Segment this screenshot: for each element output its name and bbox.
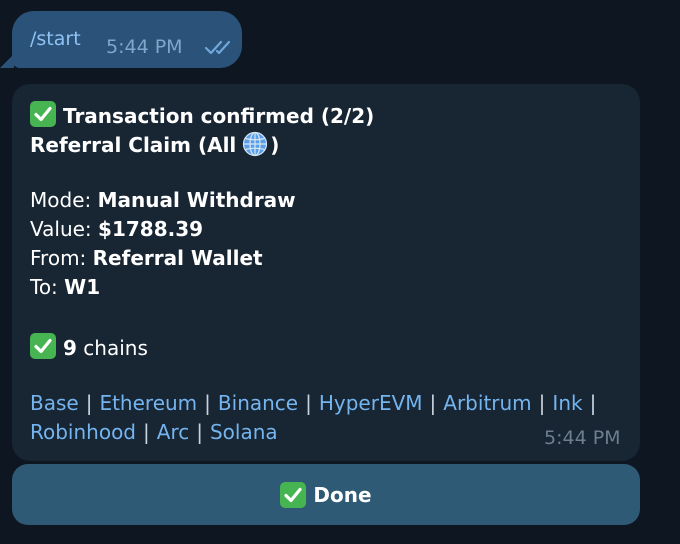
mode-value: Manual Withdraw	[97, 188, 296, 212]
from-value: Referral Wallet	[92, 246, 263, 270]
check-mark-icon	[30, 101, 56, 127]
transaction-title: Transaction confirmed (2/2)	[30, 101, 374, 128]
referral-claim-line: Referral Claim (All )	[30, 131, 279, 157]
chains-count: 9	[63, 336, 77, 360]
incoming-message-bubble[interactable]: Transaction confirmed (2/2) Referral Cla…	[12, 84, 640, 461]
link-separator: |	[429, 391, 437, 415]
chain-link-ethereum[interactable]: Ethereum	[99, 391, 197, 415]
outgoing-message-bubble[interactable]: /start 5:44 PM	[12, 11, 242, 68]
value-amount: $1788.39	[98, 217, 204, 241]
chain-links-row-2: Robinhood | Arc | Solana	[30, 420, 278, 444]
mode-label: Mode:	[30, 188, 92, 212]
to-row: To: W1	[30, 275, 100, 299]
check-mark-icon	[280, 481, 307, 508]
globe-icon	[243, 131, 268, 157]
link-separator: |	[305, 391, 312, 415]
link-separator: |	[204, 391, 211, 415]
chain-link-robinhood[interactable]: Robinhood	[30, 420, 136, 444]
chain-link-binance[interactable]: Binance	[218, 391, 298, 415]
done-button[interactable]: Done	[12, 464, 640, 525]
value-row: Value: $1788.39	[30, 217, 203, 241]
outgoing-message-time: 5:44 PM	[106, 36, 183, 58]
value-label: Value:	[30, 217, 92, 241]
from-row: From: Referral Wallet	[30, 246, 263, 270]
link-separator: |	[538, 391, 546, 415]
referral-claim-text: Referral Claim (All	[30, 133, 237, 157]
double-check-icon	[204, 40, 231, 55]
chain-links-row-1: Base | Ethereum | Binance | HyperEVM | Arbitrum |…	[30, 391, 603, 415]
link-separator: |	[589, 391, 597, 415]
transaction-title-text: Transaction confirmed (2/2)	[63, 104, 375, 128]
incoming-message-time: 5:44 PM	[544, 427, 621, 449]
referral-claim-close: )	[270, 133, 280, 157]
chain-link-arbitrum[interactable]: Arbitrum	[443, 391, 531, 415]
link-separator: |	[85, 391, 93, 415]
chain-link-solana[interactable]: Solana	[210, 420, 278, 444]
to-value: W1	[64, 275, 101, 299]
chain-link-arc[interactable]: Arc	[157, 420, 189, 444]
chain-link-base[interactable]: Base	[30, 391, 79, 415]
check-mark-icon	[30, 333, 56, 359]
outgoing-message-text: /start	[30, 28, 81, 50]
to-label: To:	[30, 275, 58, 299]
chains-row: 9 chains	[30, 333, 148, 360]
chain-link-hyperevm[interactable]: HyperEVM	[319, 391, 423, 415]
from-label: From:	[30, 246, 87, 270]
mode-row: Mode: Manual Withdraw	[30, 188, 296, 212]
done-button-label: Done	[313, 482, 372, 507]
chain-link-ink[interactable]: Ink	[552, 391, 582, 415]
link-separator: |	[143, 420, 150, 444]
chains-word: chains	[83, 336, 148, 360]
link-separator: |	[196, 420, 203, 444]
